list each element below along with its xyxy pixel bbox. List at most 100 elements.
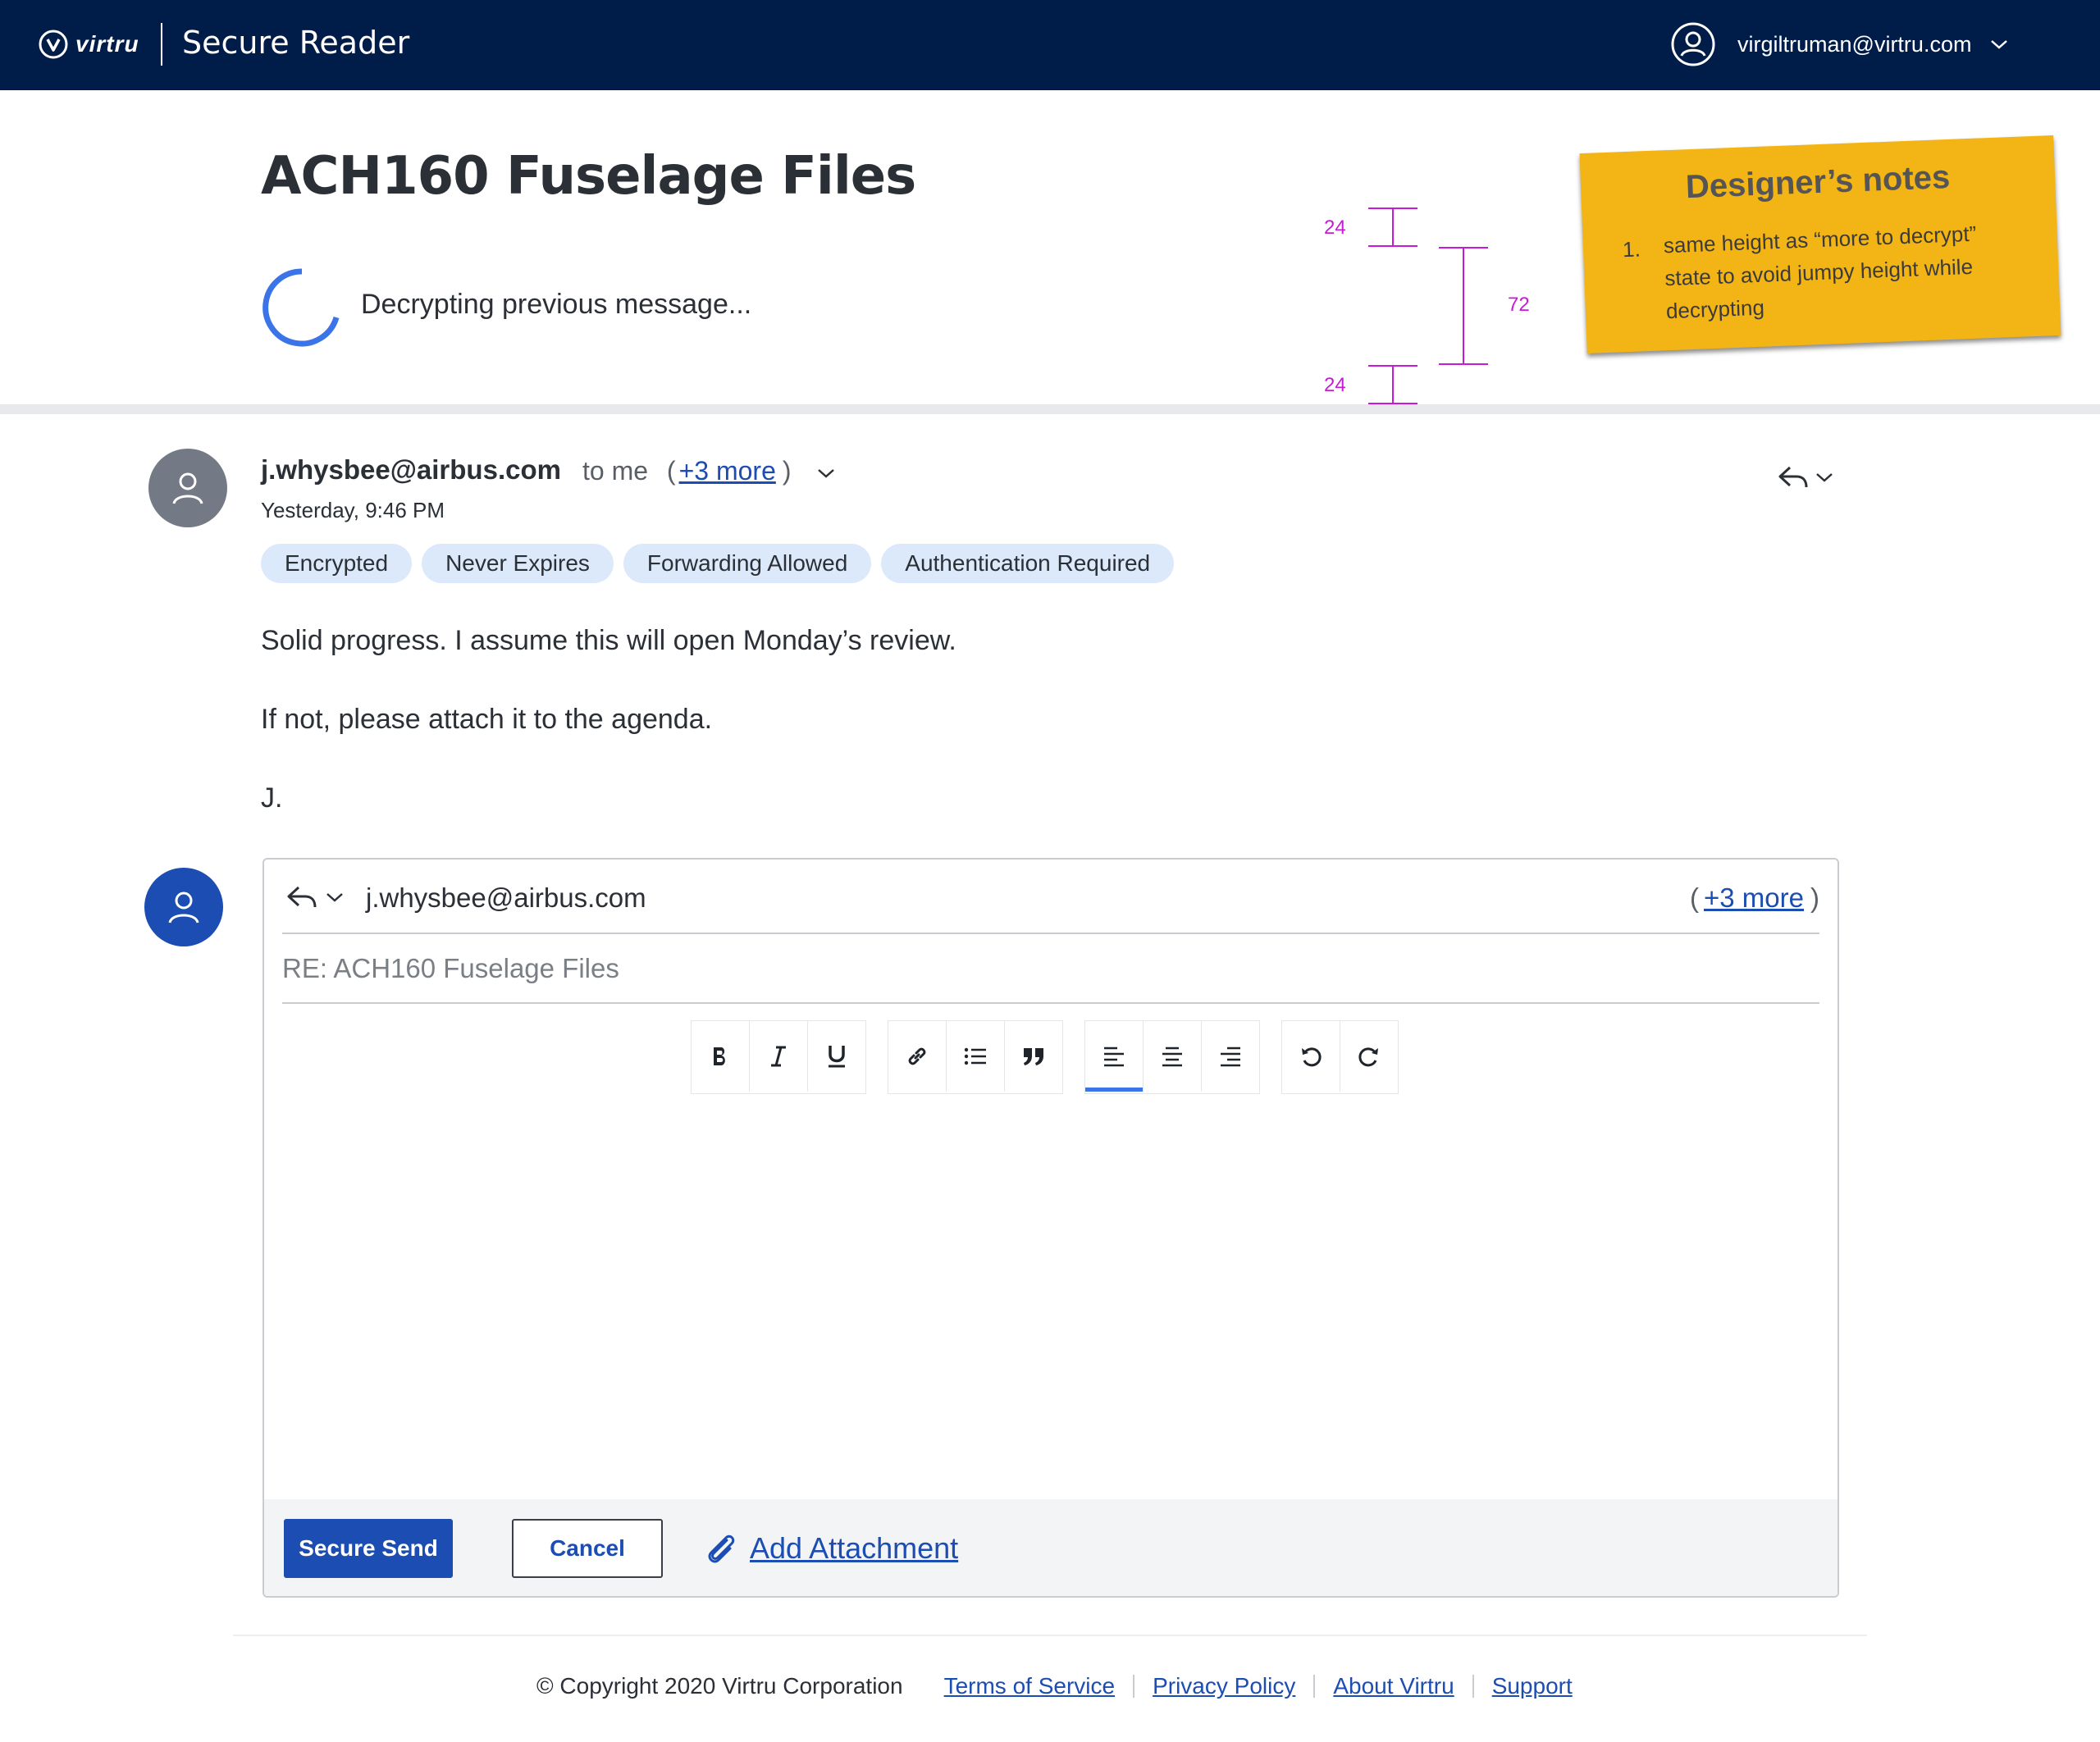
tag-never-expires: Never Expires <box>422 544 614 583</box>
chevron-down-icon[interactable] <box>816 467 836 480</box>
format-toolbar-insert <box>888 1020 1063 1094</box>
bulleted-list-icon <box>964 1047 986 1065</box>
subject-field[interactable]: RE: ACH160 Fuselage Files <box>282 953 619 984</box>
compose-to-row: j.whysbee@airbus.com (+3 more) <box>264 860 1838 933</box>
dimension-label-bottom: 24 <box>1324 374 1346 396</box>
person-icon <box>168 892 199 923</box>
logo-divider <box>161 23 162 66</box>
paren-open: ( <box>666 456 676 486</box>
chevron-down-icon <box>326 893 343 902</box>
add-attachment-label: Add Attachment <box>750 1531 959 1565</box>
message-body-line: Solid progress. I assume this will open … <box>261 625 956 656</box>
user-menu[interactable]: virgiltruman@virtru.com <box>1670 21 2009 67</box>
italic-button[interactable] <box>750 1021 808 1092</box>
bold-button[interactable] <box>692 1021 750 1092</box>
message-body-line: J. <box>261 782 283 814</box>
footer-divider <box>233 1635 1867 1636</box>
format-toolbar-align <box>1084 1020 1260 1094</box>
divider <box>282 1002 1819 1004</box>
undo-button[interactable] <box>1282 1021 1340 1092</box>
footer-separator <box>1472 1675 1474 1698</box>
designer-note-number: 1. <box>1622 236 1641 262</box>
message-body-line: If not, please attach it to the agenda. <box>261 704 713 735</box>
undo-icon <box>1302 1047 1322 1067</box>
about-virtru-link[interactable]: About Virtru <box>1333 1673 1454 1699</box>
copyright: © Copyright 2020 Virtru Corporation <box>536 1673 903 1699</box>
compose-more-recipients: (+3 more) <box>1690 882 1819 914</box>
dimension-markers <box>1368 207 1488 404</box>
to-field[interactable]: j.whysbee@airbus.com <box>366 882 646 914</box>
chevron-down-icon <box>1991 40 2008 49</box>
paperclip-icon <box>708 1535 735 1563</box>
more-recipients-link[interactable]: +3 more <box>1704 882 1804 913</box>
tag-authentication-required: Authentication Required <box>881 544 1175 583</box>
policy-tags: Encrypted Never Expires Forwarding Allow… <box>261 544 1184 583</box>
paren-close: ) <box>782 456 792 486</box>
support-link[interactable]: Support <box>1492 1673 1573 1699</box>
quote-button[interactable] <box>1005 1021 1062 1092</box>
format-toolbar-history <box>1281 1020 1399 1094</box>
cancel-button[interactable]: Cancel <box>512 1519 663 1578</box>
divider <box>282 933 1819 934</box>
logo-text: virtru <box>75 31 139 57</box>
sender-avatar <box>148 449 227 527</box>
dimension-label-middle: 72 <box>1508 294 1530 316</box>
my-avatar <box>144 868 223 946</box>
chevron-down-icon[interactable] <box>1815 471 1834 484</box>
virtru-logo[interactable]: virtru <box>38 29 139 60</box>
designer-note-text: same height as “more to decrypt” state t… <box>1663 221 1977 324</box>
underline-button[interactable] <box>808 1021 865 1092</box>
top-bar: virtru Secure Reader virgiltruman@virtru… <box>0 0 2100 90</box>
align-center-button[interactable] <box>1144 1021 1202 1092</box>
align-center-icon <box>1162 1047 1182 1067</box>
add-attachment-link[interactable]: Add Attachment <box>704 1530 958 1566</box>
tag-forwarding-allowed: Forwarding Allowed <box>623 544 872 583</box>
link-icon <box>908 1047 926 1065</box>
italic-icon <box>771 1046 786 1067</box>
user-account-icon <box>1671 22 1715 66</box>
format-toolbar-text <box>691 1020 866 1094</box>
page-title: ACH160 Fuselage Files <box>261 146 916 207</box>
align-left-icon <box>1104 1047 1124 1067</box>
reply-type-selector[interactable] <box>285 884 345 910</box>
app-title: Secure Reader <box>182 25 410 61</box>
dimension-label-top: 24 <box>1324 217 1346 239</box>
align-left-button[interactable] <box>1085 1021 1144 1092</box>
quote-icon <box>1024 1048 1043 1065</box>
reply-menu[interactable] <box>1777 464 1834 490</box>
terms-of-service-link[interactable]: Terms of Service <box>944 1673 1116 1699</box>
redo-icon <box>1358 1047 1378 1067</box>
underline-icon <box>829 1046 845 1068</box>
reply-icon <box>287 886 317 908</box>
tag-encrypted: Encrypted <box>261 544 413 583</box>
person-icon <box>172 472 203 504</box>
footer-separator <box>1313 1675 1316 1698</box>
compose-actions: Secure Send Cancel Add Attachment <box>264 1499 1838 1596</box>
decrypt-status: Decrypting previous message... <box>361 289 752 320</box>
recipients: to me (+3 more) <box>582 456 836 486</box>
user-email: virgiltruman@virtru.com <box>1737 31 1972 57</box>
message-timestamp: Yesterday, 9:46 PM <box>261 498 445 522</box>
link-button[interactable] <box>888 1021 947 1092</box>
privacy-policy-link[interactable]: Privacy Policy <box>1153 1673 1295 1699</box>
designer-notes-title: Designer’s notes <box>1685 158 1951 206</box>
bold-icon <box>714 1047 725 1065</box>
designer-notes: Designer’s notes 1. same height as “more… <box>1579 135 2061 354</box>
to-me-label: to me <box>582 456 649 486</box>
paren-close: ) <box>1810 882 1819 913</box>
more-recipients-link[interactable]: +3 more <box>679 456 776 486</box>
reply-icon[interactable] <box>1777 464 1810 490</box>
page-footer: © Copyright 2020 Virtru Corporation Term… <box>536 1673 1573 1699</box>
redo-button[interactable] <box>1340 1021 1398 1092</box>
bulleted-list-button[interactable] <box>947 1021 1005 1092</box>
loading-spinner-icon <box>262 268 340 347</box>
secure-send-button[interactable]: Secure Send <box>284 1519 453 1578</box>
align-right-icon <box>1221 1047 1240 1067</box>
align-right-button[interactable] <box>1202 1021 1259 1092</box>
message-editor[interactable] <box>282 1106 1819 1489</box>
reply-compose-box: j.whysbee@airbus.com (+3 more) RE: ACH16… <box>262 858 1839 1598</box>
footer-separator <box>1133 1675 1135 1698</box>
sender-email: j.whysbee@airbus.com <box>261 454 561 485</box>
section-divider <box>0 404 2100 414</box>
paren-open: ( <box>1690 882 1700 913</box>
